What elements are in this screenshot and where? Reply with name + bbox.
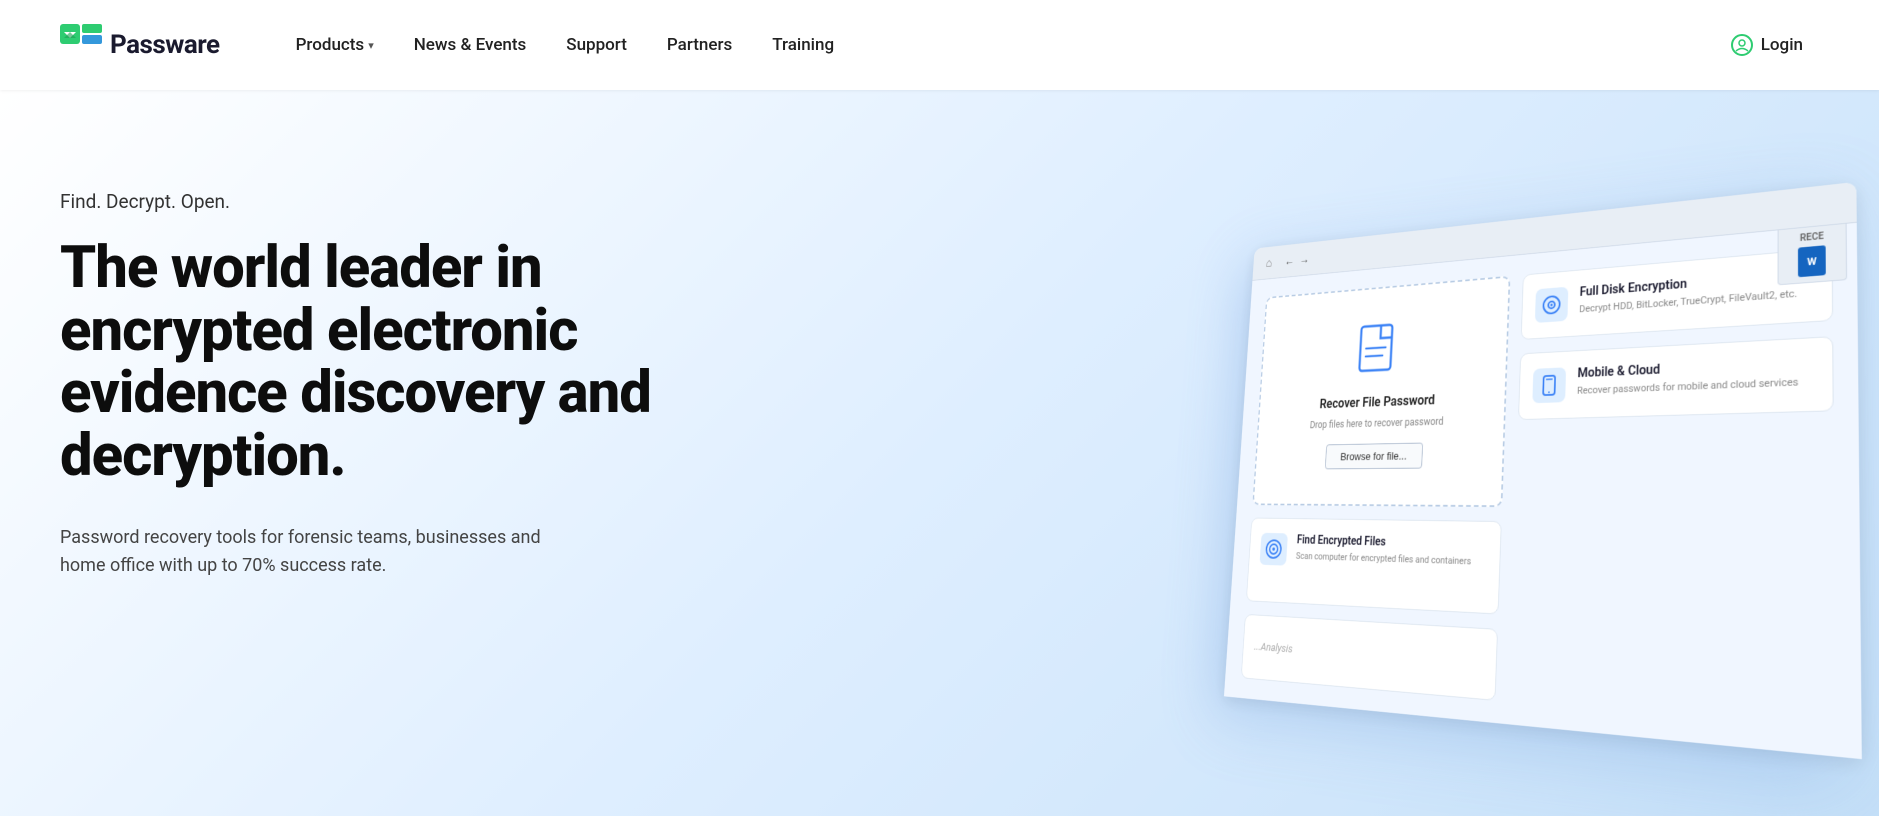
hero-description: Password recovery tools for forensic tea… (60, 524, 580, 582)
chevron-down-icon: ▾ (368, 39, 374, 52)
window-body: Recover File Password Drop files here to… (1224, 223, 1862, 759)
logo-text: Passware (110, 30, 220, 60)
navigation: Passware Products ▾ News & Events Suppor… (0, 0, 1879, 90)
hero-section: Find. Decrypt. Open. The world leader in… (0, 90, 1879, 816)
hero-content: Find. Decrypt. Open. The world leader in… (60, 150, 680, 581)
disk-icon (1535, 287, 1568, 323)
logo-icon (60, 24, 102, 66)
mobile-cloud-text: Mobile & Cloud Recover passwords for mob… (1577, 356, 1799, 398)
nav-item-partners[interactable]: Partners (651, 27, 748, 63)
home-icon: ⌂ (1265, 255, 1272, 270)
file-icon (1356, 321, 1401, 381)
recover-file-panel: Recover File Password Drop files here to… (1252, 276, 1510, 508)
user-icon (1731, 34, 1753, 56)
right-panels: Full Disk Encryption Decrypt HDD, BitLoc… (1512, 247, 1836, 632)
word-file-icon: W (1798, 245, 1826, 277)
hero-tagline: Find. Decrypt. Open. (60, 190, 680, 213)
encrypted-files-text: Find Encrypted Files Scan computer for e… (1296, 534, 1472, 569)
app-mockup: ⌂ ← → RECE W (1099, 170, 1879, 816)
nav-arrows: ← → (1284, 252, 1309, 268)
logo-link[interactable]: Passware (60, 24, 220, 66)
recent-tab-label: RECE (1786, 230, 1837, 245)
analysis-panel: ...Analysis (1241, 614, 1498, 701)
hero-title: The world leader in encrypted electronic… (60, 237, 680, 488)
recover-panel-subtitle: Drop files here to recover password (1310, 416, 1444, 431)
nav-links: Products ▾ News & Events Support Partner… (280, 27, 1715, 63)
nav-item-training[interactable]: Training (756, 27, 850, 63)
login-button[interactable]: Login (1715, 26, 1819, 64)
mobile-icon (1532, 367, 1566, 403)
forward-arrow-icon[interactable]: → (1299, 252, 1310, 267)
analysis-label: ...Analysis (1254, 640, 1293, 655)
nav-item-news[interactable]: News & Events (398, 27, 543, 63)
full-disk-text: Full Disk Encryption Decrypt HDD, BitLoc… (1579, 268, 1797, 316)
mockup-window: ⌂ ← → RECE W (1224, 182, 1862, 759)
nav-item-support[interactable]: Support (550, 27, 643, 63)
browse-file-button[interactable]: Browse for file... (1325, 443, 1423, 470)
mobile-cloud-panel: Mobile & Cloud Recover passwords for mob… (1518, 336, 1834, 420)
nav-item-products[interactable]: Products ▾ (280, 27, 390, 63)
recover-panel-title: Recover File Password (1319, 392, 1435, 412)
recent-tab[interactable]: RECE W (1778, 224, 1848, 286)
encrypted-files-panel: Find Encrypted Files Scan computer for e… (1246, 518, 1502, 614)
encrypted-files-icon (1259, 533, 1287, 566)
back-arrow-icon[interactable]: ← (1284, 253, 1294, 267)
